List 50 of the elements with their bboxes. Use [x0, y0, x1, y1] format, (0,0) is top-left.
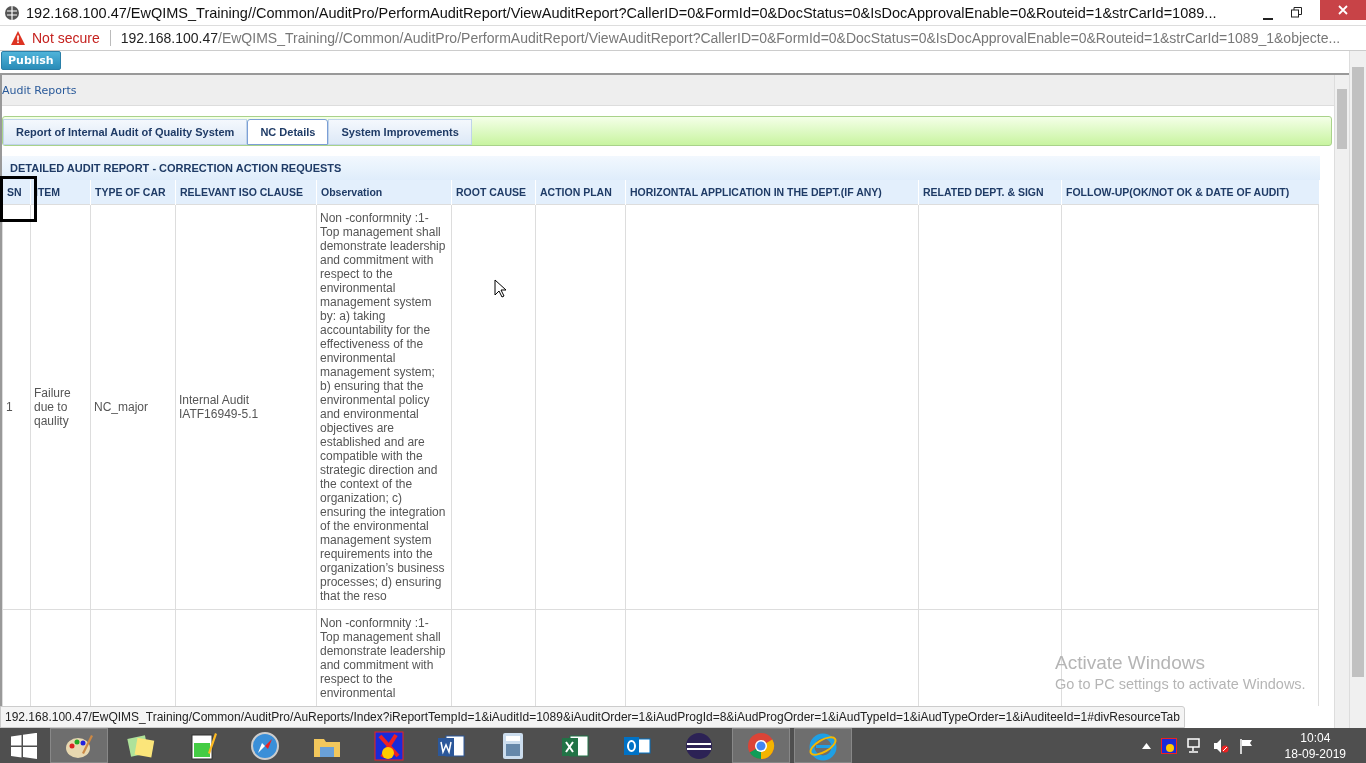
flag-icon[interactable]	[1238, 737, 1253, 754]
notepad-icon	[188, 730, 218, 761]
status-url: 192.168.100.47/EwQIMS_Training/Common/AuditPro/AuReports/Index?iReportTempId=1&iAuditId=1089&iAuditOrder=1&iAudProgId=8&iAudProgOrder=1&iAudTypeId=1&iAudTypeOrder=1&iAuditeeId=1#divResourceTab	[0, 706, 1185, 728]
cross-app-icon	[374, 730, 404, 761]
tab[interactable]: Report of Internal Audit of Quality System	[3, 119, 248, 145]
activation-title: Activate Windows	[1055, 652, 1206, 674]
table-cell: 1	[6, 400, 13, 414]
breadcrumb-link[interactable]: Audit Reports	[2, 83, 77, 97]
table-cell: Internal Audit IATF16949-5.1	[179, 393, 259, 421]
column-header: TYPE OF CAR	[90, 180, 176, 205]
observation-text: Non -conformnity :1- Top management shall demonstrate leadership and commitment with respect to the environmental management system by: a) taking accountability for the effectiveness of the environmental management system; b) ensuring that the environmental policy and environmental objectives are established and are compatible with the strategic direction and the context of the organization; c) ensuring the integration of the environmental management system requirements into the organization’s business processes; d) ensuring that the reso	[320, 211, 446, 603]
column-header: RELATED DEPT. & SIGN	[918, 180, 1062, 205]
tab[interactable]: NC Details	[247, 119, 329, 145]
scrollbar[interactable]	[1349, 51, 1366, 728]
column-header: RELEVANT ISO CLAUSE	[175, 180, 317, 205]
warning-icon	[10, 30, 26, 46]
window-title: 192.168.100.47/EwQIMS_Training//Common/AuditPro/PerformAuditReport/ViewAuditReport?CallerID=0&FormId=0&DocStatus=0&IsDocApprovalEnable=0&Routeid=1&strCarId=1089...	[26, 4, 1217, 21]
restore-icon[interactable]	[1291, 7, 1302, 18]
network-icon[interactable]	[1186, 737, 1203, 754]
table-cell: Failure due to qaulity	[34, 386, 71, 428]
volume-muted-icon[interactable]	[1212, 737, 1229, 754]
caret-icon[interactable]	[1141, 742, 1151, 749]
clock-time[interactable]: 10:04	[1300, 729, 1331, 746]
striped-circle-icon	[684, 730, 714, 761]
column-header: Observation	[316, 180, 452, 205]
globe-icon	[4, 4, 20, 21]
app-tray-icon[interactable]	[1160, 737, 1177, 754]
clock-date[interactable]: 18-09-2019	[1284, 745, 1346, 762]
ie-app-button[interactable]	[794, 728, 852, 763]
observation-text: Non -conformnity :1- Top management shall demonstrate leadership and commitment with respect to the environmental	[320, 616, 446, 700]
highlight-frame	[0, 176, 37, 222]
table-cell: NC_major	[94, 400, 148, 414]
compass-icon	[250, 730, 280, 761]
windows-logo-icon	[11, 732, 37, 759]
browser-icon	[746, 730, 776, 761]
report-title: DETAILED AUDIT REPORT - CORRECTION ACTION REQUESTS	[10, 162, 342, 174]
column-header: ROOT CAUSE	[451, 180, 536, 205]
security-label[interactable]: Not secure	[32, 30, 100, 46]
close-icon	[1338, 5, 1348, 15]
column-header: ACTION PLAN	[535, 180, 626, 205]
address-url[interactable]: 192.168.100.47/EwQIMS_Training//Common/AuditPro/PerformAuditReport/ViewAuditReport?CallerID=0&FormId=0&DocStatus=0&IsDocApprovalEnable=0&Routeid=1&strCarId=1089_1&objecte...	[120, 30, 1341, 46]
paint-app-button[interactable]	[50, 728, 108, 763]
close-button[interactable]	[1320, 0, 1366, 20]
column-header: HORIZONTAL APPLICATION IN THE DEPT.(IF ANY)	[625, 180, 919, 205]
cursor-icon	[494, 279, 506, 298]
scrollbar[interactable]	[1334, 75, 1349, 728]
tab[interactable]: System Improvements	[328, 119, 472, 145]
activation-message: Go to PC settings to activate Windows.	[1055, 676, 1306, 692]
column-header: SN	[2, 180, 31, 205]
column-header: FOLLOW-UP(OK/NOT OK & DATE OF AUDIT)	[1061, 180, 1319, 205]
